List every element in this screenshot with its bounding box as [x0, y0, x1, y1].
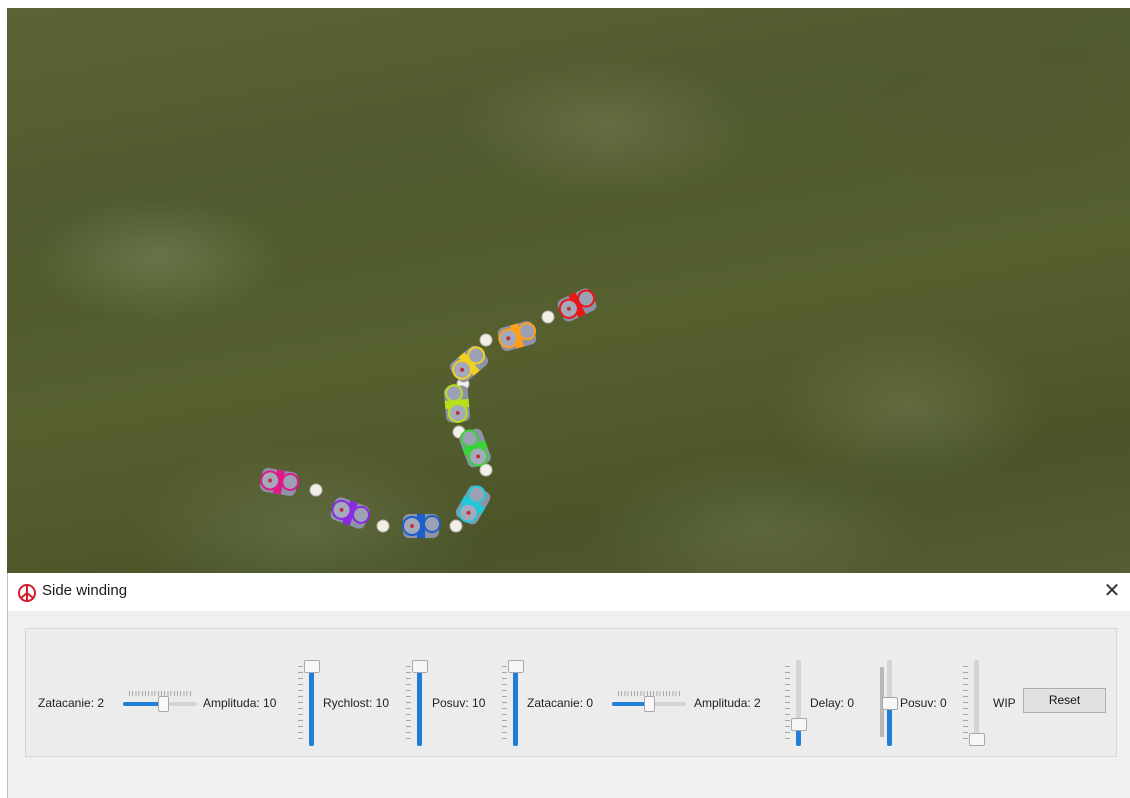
slider-ticks	[406, 666, 411, 740]
snake-segment	[557, 288, 597, 322]
snake-joint	[449, 519, 463, 533]
qt-peace-icon	[18, 584, 36, 602]
slider-ticks	[963, 666, 968, 740]
slider-fill	[513, 666, 518, 746]
simulation-viewport[interactable]	[7, 8, 1130, 583]
snake-segment	[402, 514, 441, 538]
slider-handle[interactable]	[791, 718, 807, 732]
slider-handle[interactable]	[969, 733, 985, 746]
slider-handle[interactable]	[508, 660, 524, 673]
amplituda-1-slider[interactable]	[298, 660, 320, 746]
side-winding-dialog: Side winding ✕ Zatacanie: 2 Amplituda: 1…	[7, 573, 1130, 798]
posuv-1-label: Posuv: 10	[432, 696, 486, 710]
slider-ticks	[298, 666, 303, 740]
zatacanie-1-slider[interactable]	[123, 691, 197, 712]
slider-handle[interactable]	[412, 660, 428, 673]
slider-fill	[309, 666, 314, 746]
zatacanie-2-label: Zatacanie: 0	[527, 696, 594, 710]
reset-button[interactable]: Reset	[1023, 688, 1106, 713]
slider-handle[interactable]	[882, 696, 898, 710]
slider-ticks	[502, 666, 507, 740]
slider-fill	[417, 666, 422, 746]
posuv-2-slider[interactable]	[963, 660, 985, 746]
amplituda-2-slider[interactable]	[785, 660, 807, 746]
title-bar[interactable]: Side winding ✕	[8, 573, 1130, 612]
snake-joint	[376, 519, 390, 533]
snake-segment	[443, 384, 471, 423]
snake-segment	[260, 468, 300, 496]
rychlost-slider[interactable]	[406, 660, 428, 746]
slider-handle[interactable]	[304, 660, 320, 673]
snake-robot	[260, 288, 597, 538]
snake-joint	[479, 463, 493, 477]
posuv-2-label: Posuv: 0	[900, 696, 947, 710]
rychlost-label: Rychlost: 10	[323, 696, 390, 710]
amplituda-1-label: Amplituda: 10	[203, 696, 277, 710]
delay-slider[interactable]	[876, 660, 898, 746]
snake-segment	[330, 497, 371, 529]
amplituda-2-label: Amplituda: 2	[694, 696, 761, 710]
delay-label: Delay: 0	[810, 696, 855, 710]
slider-handle[interactable]	[643, 696, 655, 712]
wip-label: WIP	[993, 696, 1016, 710]
posuv-1-slider[interactable]	[502, 660, 524, 746]
zatacanie-1-label: Zatacanie: 2	[38, 696, 105, 710]
slider-handle[interactable]	[157, 696, 169, 712]
slider-ticks	[785, 666, 790, 740]
control-panel: Zatacanie: 2 Amplituda: 10 Rychlost: 10 …	[25, 628, 1117, 757]
snake-joint	[479, 333, 493, 347]
snake-segment	[455, 485, 491, 525]
snake-segment	[449, 345, 489, 383]
snake-segment	[497, 321, 537, 351]
close-button[interactable]: ✕	[1097, 577, 1127, 607]
snake-joint	[541, 310, 555, 324]
snake-joint	[309, 483, 323, 497]
zatacanie-2-slider[interactable]	[612, 691, 686, 712]
window-title: Side winding	[42, 582, 128, 599]
